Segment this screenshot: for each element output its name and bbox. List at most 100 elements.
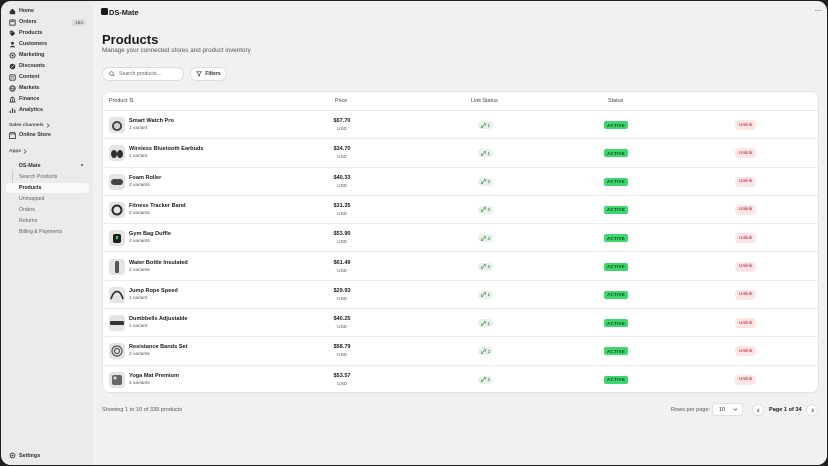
product-price: $34.70 — [333, 146, 351, 153]
target-icon — [9, 51, 16, 59]
sidebar: Home Orders 164 Products Customers Marketing D… — [1, 1, 93, 465]
product-variants: 2 variants — [129, 352, 150, 358]
link-status-badge: 2 — [478, 375, 494, 384]
sidebar-item-analytics[interactable]: Analytics — [6, 105, 89, 115]
product-name[interactable]: Wireless Bluetooth Earbuds — [129, 146, 204, 152]
app-nav-item-returns[interactable]: Returns — [6, 216, 89, 226]
price-currency: USD — [337, 154, 347, 160]
prev-page-button[interactable] — [752, 404, 764, 416]
price-currency: USD — [337, 324, 347, 330]
unlink-button[interactable]: Unlink — [735, 176, 757, 187]
link-icon — [481, 122, 486, 128]
table-row[interactable]: Jump Rope Speed 1 variant $29.93 USD 1 ACTIVE… — [103, 281, 818, 310]
sidebar-item-products[interactable]: Products — [6, 28, 89, 38]
column-header-price: Price — [335, 98, 348, 104]
table-row[interactable]: Yoga Mat Premium 2 variants $53.57 USD 2 ACTI… — [103, 366, 818, 392]
sidebar-item-orders[interactable]: Orders 164 — [6, 17, 89, 27]
app-name[interactable]: DS-Mate — [19, 163, 41, 169]
app-nav-item-products[interactable]: Products — [6, 183, 89, 193]
status-badge: ACTIVE — [604, 177, 629, 186]
product-name[interactable]: Foam Roller — [129, 175, 161, 181]
product-name[interactable]: Water Bottle Insulated — [129, 260, 188, 266]
sidebar-item-label: Marketing — [19, 52, 45, 58]
link-status-badge: 3 — [478, 234, 494, 243]
column-header-product[interactable]: Product ⇅ — [109, 98, 134, 104]
app-nav-item-search-products[interactable]: Search Products — [6, 172, 89, 182]
table-row[interactable]: Resistance Bands Set 2 variants $58.79 USD 2… — [103, 337, 818, 366]
product-price: $31.35 — [333, 202, 351, 209]
chevron-left-icon — [756, 408, 759, 412]
unlink-button[interactable]: Unlink — [735, 318, 757, 329]
more-options-button[interactable]: ··· — [815, 6, 822, 15]
table-row[interactable]: Dumbbells Adjustable 1 variant $40.25 USD 1 A… — [103, 309, 818, 338]
product-price: $40.33 — [333, 174, 351, 181]
orders-icon — [9, 19, 16, 26]
table-row[interactable]: Gym Bag Duffle 3 variants $53.90 USD 3 ACTIVE… — [103, 224, 818, 253]
bank-icon — [9, 96, 16, 103]
sidebar-item-label: Orders — [19, 19, 37, 25]
table-row[interactable]: Foam Roller 2 variants $40.33 USD 2 ACTIVE Unl… — [103, 168, 818, 196]
apps-title[interactable]: Apps — [9, 149, 27, 154]
link-count: 1 — [487, 292, 491, 298]
link-status-badge: 1 — [478, 290, 494, 299]
unlink-button[interactable]: Unlink — [735, 148, 757, 159]
sidebar-item-discounts[interactable]: Discounts — [6, 61, 89, 71]
sidebar-item-content[interactable]: Content — [6, 72, 89, 82]
unlink-button[interactable]: Unlink — [735, 289, 757, 300]
unlink-button[interactable]: Unlink — [735, 120, 757, 130]
product-name[interactable]: Fitness Tracker Band — [129, 203, 186, 209]
table-row[interactable]: Water Bottle Insulated 2 variants $61.49 US… — [103, 253, 818, 281]
sidebar-item-home[interactable]: Home — [6, 6, 89, 16]
product-price: $40.25 — [333, 316, 351, 323]
product-name[interactable]: Jump Rope Speed — [129, 288, 178, 294]
table-row[interactable]: Wireless Bluetooth Earbuds 1 variant $34.7… — [103, 139, 818, 168]
settings-label: Settings — [19, 453, 41, 459]
sidebar-item-markets[interactable]: Markets — [6, 83, 89, 93]
filters-label: Filters — [205, 71, 221, 77]
unlink-button[interactable]: Unlink — [735, 233, 757, 244]
link-icon — [481, 179, 486, 185]
sidebar-item-label: Content — [19, 74, 40, 80]
unlink-button[interactable]: Unlink — [735, 204, 757, 215]
app-nav-item-billing-payments[interactable]: Billing & Payments — [6, 227, 89, 237]
app-title: DS-Mate — [109, 7, 139, 17]
sidebar-item-label: Analytics — [19, 107, 43, 113]
app-menu-dot-icon[interactable] — [81, 164, 83, 166]
app-nav-item-orders[interactable]: Orders — [6, 205, 89, 215]
chevron-right-icon — [811, 408, 814, 412]
table-row[interactable]: Fitness Tracker Band 2 variants $31.35 USD 2… — [103, 196, 818, 225]
product-price: $29.93 — [333, 287, 351, 294]
table-row[interactable]: Smart Watch Pro 1 variant $57.70 USD 1 ACTIVE… — [103, 111, 818, 140]
product-name[interactable]: Yoga Mat Premium — [129, 373, 179, 379]
unlink-button[interactable]: Unlink — [735, 346, 757, 357]
product-thumbnail — [109, 230, 125, 247]
settings-button[interactable]: Settings — [6, 451, 40, 461]
search-box[interactable] — [102, 67, 184, 81]
product-price: $61.49 — [333, 259, 351, 266]
sidebar-item-customers[interactable]: Customers — [6, 39, 89, 49]
product-name[interactable]: Resistance Bands Set — [129, 344, 187, 350]
unlink-button[interactable]: Unlink — [735, 261, 757, 272]
sidebar-item-marketing[interactable]: Marketing — [6, 50, 89, 60]
product-variants: 2 variants — [129, 380, 150, 386]
product-name[interactable]: Dumbbells Adjustable — [129, 316, 188, 322]
products-table: Product ⇅ Price Link Status Status Smart… — [102, 91, 819, 393]
product-price: $57.70 — [333, 118, 351, 124]
search-input[interactable] — [119, 71, 181, 77]
sidebar-item-finance[interactable]: Finance — [6, 94, 89, 104]
status-badge: ACTIVE — [604, 234, 629, 243]
link-status-badge: 1 — [478, 121, 494, 129]
product-variants: 2 variants — [129, 267, 150, 273]
sales-channels-title[interactable]: Sales channels — [9, 123, 50, 128]
next-page-button[interactable] — [806, 404, 818, 416]
sidebar-item-online-store[interactable]: Online Store — [6, 130, 89, 140]
status-badge: ACTIVE — [604, 262, 629, 271]
price-currency: USD — [337, 182, 347, 188]
unlink-button[interactable]: Unlink — [735, 374, 757, 385]
product-thumbnail — [109, 201, 125, 218]
rows-per-page-select[interactable]: 10 — [712, 403, 743, 416]
app-nav-item-unmapped[interactable]: Unmapped — [6, 194, 89, 204]
filters-button[interactable]: Filters — [190, 67, 227, 81]
product-name[interactable]: Gym Bag Duffle — [129, 231, 171, 237]
product-name[interactable]: Smart Watch Pro — [129, 118, 174, 124]
